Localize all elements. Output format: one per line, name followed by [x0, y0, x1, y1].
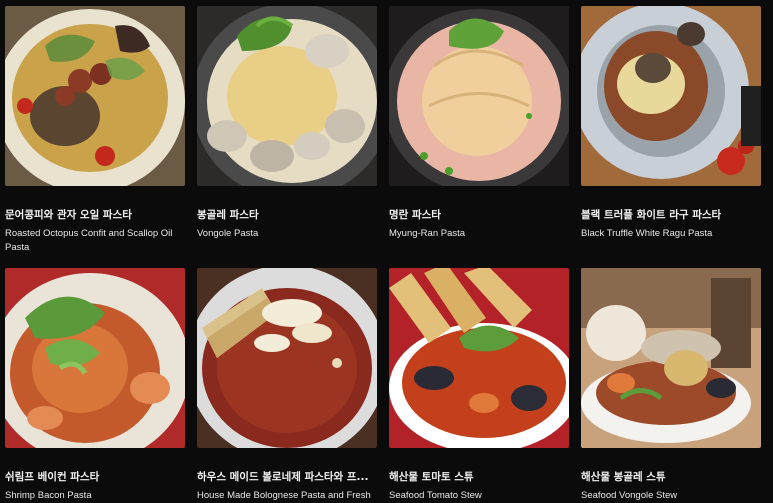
item-name-korean: 쉬림프 베이컨 파스타 [5, 471, 100, 483]
dish-photo[interactable] [5, 268, 185, 448]
dish-photo[interactable] [389, 268, 569, 448]
dish-photo[interactable] [197, 268, 377, 448]
item-name-korean: 문어콩피와 관자 오일 파스타 [5, 209, 132, 221]
dish-photo[interactable] [581, 268, 761, 448]
menu-item-seafood-vongole-stew[interactable]: 해산물 봉골레 스튜 Seafood Vongole Stew [581, 268, 761, 503]
menu-item-vongole-pasta[interactable]: 봉골레 파스타 Vongole Pasta [197, 6, 377, 241]
dish-photo[interactable] [5, 6, 185, 186]
dish-photo[interactable] [581, 6, 761, 186]
item-name-korean: 블랙 트러플 화이트 라구 파스타 [581, 209, 722, 221]
item-name-english: Black Truffle White Ragu Pasta [581, 228, 713, 239]
item-name-korean: 봉골레 파스타 [197, 209, 259, 221]
item-name-korean: 해산물 봉골레 스튜 [581, 471, 666, 483]
item-name-english: Roasted Octopus Confit and Scallop Oil P… [5, 228, 173, 253]
item-name-english: Vongole Pasta [197, 228, 259, 239]
menu-item-myungran-pasta[interactable]: 명란 파스타 Myung-Ran Pasta [389, 6, 569, 241]
menu-item-seafood-tomato-stew[interactable]: 해산물 토마토 스튜 Seafood Tomato Stew [389, 268, 569, 503]
menu-item-octopus-pasta[interactable]: 문어콩피와 관자 오일 파스타 Roasted Octopus Confit a… [5, 6, 185, 255]
item-name-korean: 하우스 메이드 볼로네제 파스타와 프... [197, 471, 369, 483]
dish-photo[interactable] [197, 6, 377, 186]
item-name-english: Myung-Ran Pasta [389, 228, 466, 239]
item-name-korean: 해산물 토마토 스튜 [389, 471, 474, 483]
menu-item-bolognese-pasta[interactable]: 하우스 메이드 볼로네제 파스타와 프... House Made Bologn… [197, 268, 377, 503]
menu-page: { "menu": { "items": [ {"ko": "문어콩피와 관자 … [0, 0, 773, 501]
item-name-korean: 명란 파스타 [389, 209, 441, 221]
menu-item-truffle-ragu-pasta[interactable]: 블랙 트러플 화이트 라구 파스타 Black Truffle White Ra… [581, 6, 761, 241]
dish-photo[interactable] [389, 6, 569, 186]
menu-item-shrimp-bacon-pasta[interactable]: 쉬림프 베이컨 파스타 Shrimp Bacon Pasta [5, 268, 185, 503]
